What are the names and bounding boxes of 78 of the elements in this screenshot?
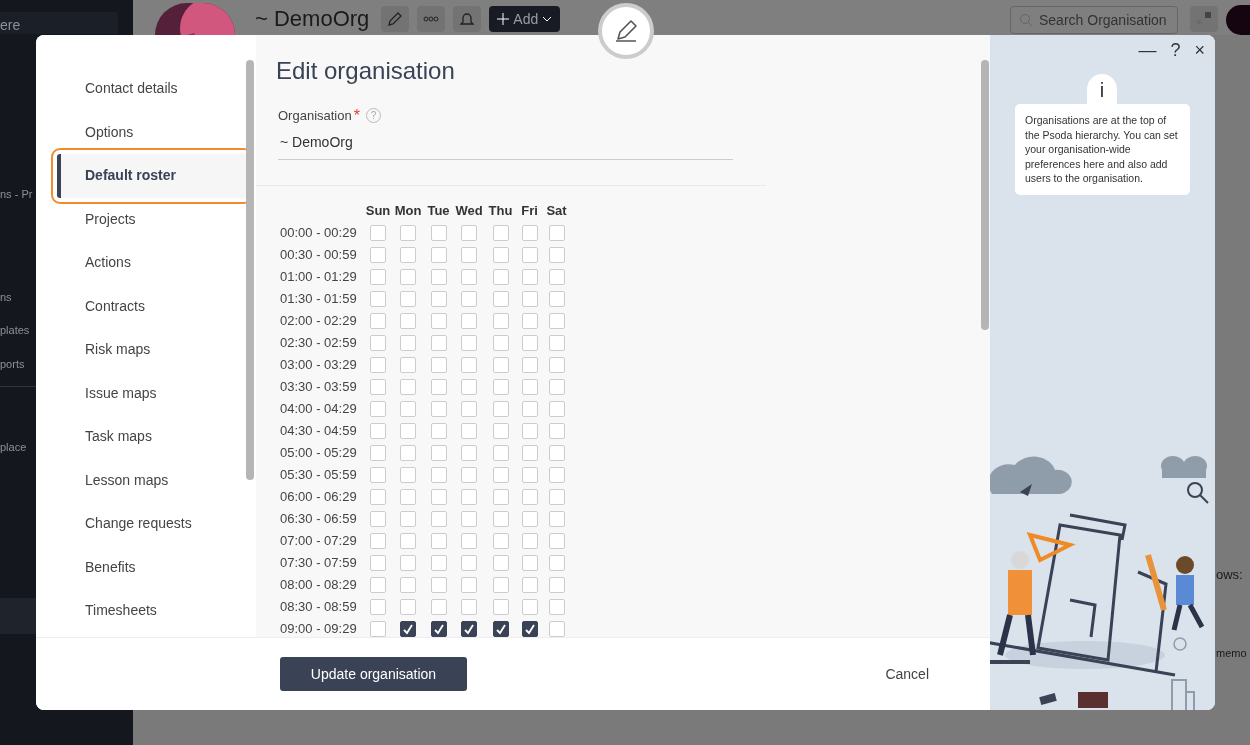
checkbox[interactable] (461, 620, 477, 637)
time-slot-label: 02:30 - 02:59 (280, 333, 358, 352)
time-slot-label: 00:30 - 00:59 (280, 245, 358, 264)
time-slot-label: 05:30 - 05:59 (280, 465, 358, 484)
pencil-icon (387, 11, 404, 27)
bell-button[interactable] (453, 6, 482, 32)
info-icon: i (1087, 74, 1117, 104)
switch-button[interactable] (1190, 6, 1218, 32)
label: memo (1216, 645, 1248, 661)
day-header: Mon (393, 201, 423, 220)
time-slot-label: 03:00 - 03:29 (280, 355, 358, 374)
search-placeholder: Search Organisation (1039, 10, 1167, 30)
checkbox[interactable] (521, 620, 538, 637)
time-slot-label: 01:30 - 01:59 (280, 289, 358, 308)
more-button[interactable] (417, 6, 446, 32)
cancel-button[interactable]: Cancel (879, 662, 935, 686)
close-button[interactable]: × (1194, 38, 1205, 62)
sidebar-item[interactable]: ns - Pr (0, 186, 36, 203)
time-slot-label: 00:00 - 00:29 (280, 223, 358, 242)
info-text: Organisations are at the top of the Psoda hierarchy. You can set your organisation-wide preferences here and also add users to the organisation. (1015, 104, 1190, 195)
nav-item[interactable]: Risk maps (36, 328, 246, 372)
organisation-field[interactable]: ~ DemoOrg (278, 127, 733, 160)
sidebar-item[interactable]: place (0, 439, 36, 456)
time-slot-label: 08:00 - 08:29 (280, 575, 358, 594)
label: ows: (1216, 566, 1244, 584)
page-title: ~ DemoOrg (255, 5, 370, 33)
time-slot-label: 04:30 - 04:59 (280, 421, 358, 440)
time-slot-label: 07:00 - 07:29 (280, 531, 358, 550)
update-button[interactable]: Update organisation (280, 657, 467, 691)
checkbox[interactable] (430, 620, 447, 637)
time-slot-label: 08:30 - 08:59 (280, 597, 358, 616)
day-header: Sat (545, 201, 568, 220)
sidebar-item[interactable]: plates (0, 322, 36, 339)
sidebar-item[interactable]: ns (0, 288, 36, 305)
pencil-button[interactable] (381, 6, 410, 32)
minimize-button[interactable]: — (1138, 38, 1157, 62)
nav-item[interactable]: Actions (36, 241, 246, 285)
nav-item[interactable]: Timesheets (36, 589, 246, 633)
nav-item[interactable]: Lesson maps (36, 458, 246, 502)
time-slot-label: 05:00 - 05:29 (280, 443, 358, 462)
required-mark: * (353, 105, 360, 126)
caret-icon (542, 16, 553, 22)
nav-item[interactable]: Task maps (36, 415, 246, 459)
day-header: Fri (520, 201, 539, 220)
nav-item[interactable]: Contact details (36, 67, 246, 111)
nav-item[interactable]: Projects (36, 197, 246, 241)
time-slot-label: 06:00 - 06:29 (280, 487, 358, 506)
time-slot-label: 03:30 - 03:59 (280, 377, 358, 396)
nav-item[interactable]: Benefits (36, 545, 246, 589)
time-slot-label: 09:00 - 09:29 (280, 619, 358, 637)
help-button[interactable]: ? (1170, 38, 1181, 62)
checkbox[interactable] (492, 620, 509, 637)
sidebar-item[interactable]: ports (0, 355, 36, 372)
nav-item[interactable]: Options (36, 110, 246, 154)
day-header: Thu (487, 201, 514, 220)
time-slot-label: 01:00 - 01:29 (280, 267, 358, 286)
bell-icon (459, 11, 476, 27)
time-slot-label: 04:00 - 04:29 (280, 399, 358, 418)
time-slot-label: 06:30 - 06:59 (280, 509, 358, 528)
day-header: Tue (426, 201, 451, 220)
day-header: Sun (364, 201, 392, 220)
nav-item[interactable]: Issue maps (36, 371, 246, 415)
field-label: Organisation (278, 107, 352, 126)
time-slot-label: 02:00 - 02:29 (280, 311, 358, 330)
nav-item[interactable]: Contracts (36, 284, 246, 328)
avatar (1226, 5, 1250, 35)
plus-icon (497, 13, 510, 25)
scrollbar[interactable] (981, 60, 989, 330)
time-slot-label: 07:30 - 07:59 (280, 553, 358, 572)
add-button[interactable]: Add (489, 6, 561, 32)
nav-item[interactable]: Change requests (36, 502, 246, 546)
scrollbar[interactable] (246, 60, 254, 480)
switch-icon (1196, 11, 1212, 27)
form-title: Edit organisation (276, 57, 456, 86)
checkbox[interactable] (400, 620, 416, 637)
sidebar-search-field[interactable]: ere (0, 12, 118, 34)
search-icon (1019, 13, 1033, 27)
day-header: Wed (454, 201, 484, 220)
